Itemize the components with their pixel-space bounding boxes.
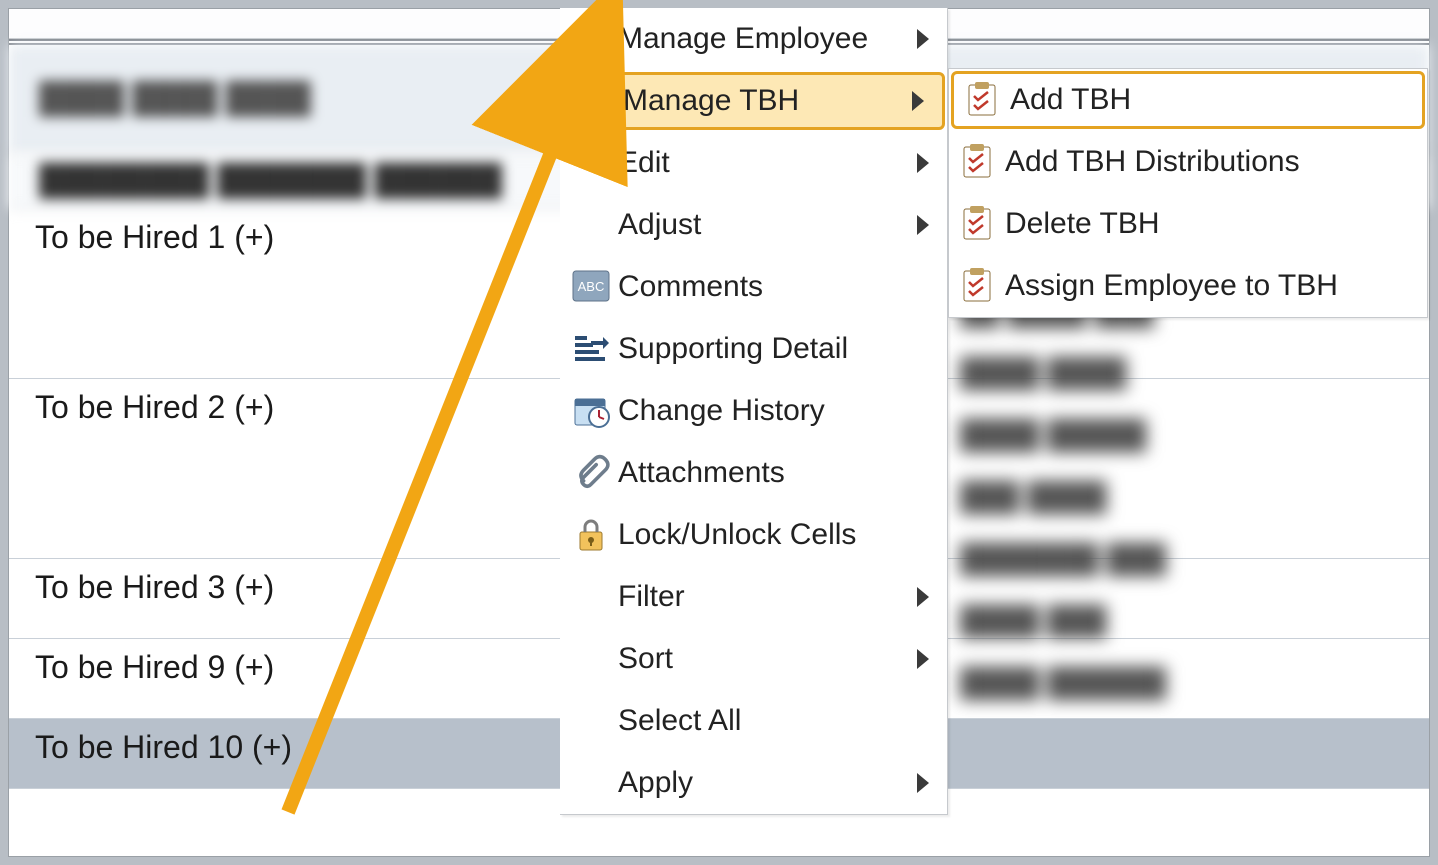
- menu-item-apply[interactable]: Apply: [560, 752, 947, 814]
- blank-icon: [573, 78, 619, 124]
- menu-item-lock-unlock-cells[interactable]: Lock/Unlock Cells: [560, 504, 947, 566]
- steps-icon: [568, 326, 614, 372]
- lock-icon: [568, 512, 614, 558]
- row-label: To be Hired 3 (+): [35, 569, 274, 606]
- row-label: To be Hired 10 (+): [35, 729, 292, 766]
- menu-label: Apply: [618, 766, 917, 800]
- chevron-right-icon: [912, 91, 924, 111]
- menu-item-filter[interactable]: Filter: [560, 566, 947, 628]
- blank-icon: [568, 760, 614, 806]
- chevron-right-icon: [917, 649, 929, 669]
- chevron-right-icon: [917, 215, 929, 235]
- row-label: To be Hired 9 (+): [35, 649, 274, 686]
- blank-icon: [568, 574, 614, 620]
- menu-label: Adjust: [618, 208, 917, 242]
- clipboard-check-icon: [955, 264, 999, 308]
- blank-icon: [568, 16, 614, 62]
- submenu-manage-tbh: Add TBH Add TBH Distributions Delete TBH…: [948, 68, 1428, 318]
- submenu-item-assign-employee-to-tbh[interactable]: Assign Employee to TBH: [949, 255, 1427, 317]
- submenu-item-add-tbh[interactable]: Add TBH: [951, 71, 1425, 129]
- blank-icon: [568, 202, 614, 248]
- clock-calendar-icon: [568, 388, 614, 434]
- menu-item-adjust[interactable]: Adjust: [560, 194, 947, 256]
- submenu-label: Assign Employee to TBH: [1005, 269, 1338, 303]
- blank-icon: [568, 636, 614, 682]
- menu-item-manage-tbh[interactable]: Manage TBH: [562, 72, 945, 130]
- menu-label: Manage Employee: [618, 22, 917, 56]
- row-label: To be Hired 1 (+): [35, 219, 274, 256]
- submenu-label: Add TBH Distributions: [1005, 145, 1300, 179]
- menu-label: Change History: [618, 394, 947, 428]
- submenu-item-delete-tbh[interactable]: Delete TBH: [949, 193, 1427, 255]
- menu-item-edit[interactable]: Edit: [560, 132, 947, 194]
- blank-icon: [568, 698, 614, 744]
- menu-label: Filter: [618, 580, 917, 614]
- menu-label: Lock/Unlock Cells: [618, 518, 947, 552]
- menu-item-comments[interactable]: ABC Comments: [560, 256, 947, 318]
- menu-item-change-history[interactable]: Change History: [560, 380, 947, 442]
- submenu-label: Delete TBH: [1005, 207, 1160, 241]
- menu-label: Select All: [618, 704, 947, 738]
- clipboard-check-icon: [955, 202, 999, 246]
- menu-item-manage-employee[interactable]: Manage Employee: [560, 8, 947, 70]
- submenu-label: Add TBH: [1010, 83, 1131, 117]
- menu-item-attachments[interactable]: Attachments: [560, 442, 947, 504]
- chevron-right-icon: [917, 587, 929, 607]
- menu-label: Attachments: [618, 456, 947, 490]
- svg-text:ABC: ABC: [578, 279, 605, 294]
- row-label: To be Hired 2 (+): [35, 389, 274, 426]
- context-menu: Manage Employee Manage TBH Edit Adjust A…: [560, 8, 948, 815]
- chevron-right-icon: [917, 29, 929, 49]
- clipboard-check-icon: [960, 78, 1004, 122]
- menu-label: Comments: [618, 270, 947, 304]
- abc-icon: ABC: [568, 264, 614, 310]
- paperclip-icon: [568, 450, 614, 496]
- menu-label: Sort: [618, 642, 917, 676]
- submenu-item-add-tbh-distributions[interactable]: Add TBH Distributions: [949, 131, 1427, 193]
- menu-label: Edit: [618, 146, 917, 180]
- chevron-right-icon: [917, 773, 929, 793]
- menu-item-supporting-detail[interactable]: Supporting Detail: [560, 318, 947, 380]
- menu-item-select-all[interactable]: Select All: [560, 690, 947, 752]
- chevron-right-icon: [917, 153, 929, 173]
- menu-label: Supporting Detail: [618, 332, 947, 366]
- clipboard-check-icon: [955, 140, 999, 184]
- menu-label: Manage TBH: [623, 84, 912, 118]
- blank-icon: [568, 140, 614, 186]
- menu-item-sort[interactable]: Sort: [560, 628, 947, 690]
